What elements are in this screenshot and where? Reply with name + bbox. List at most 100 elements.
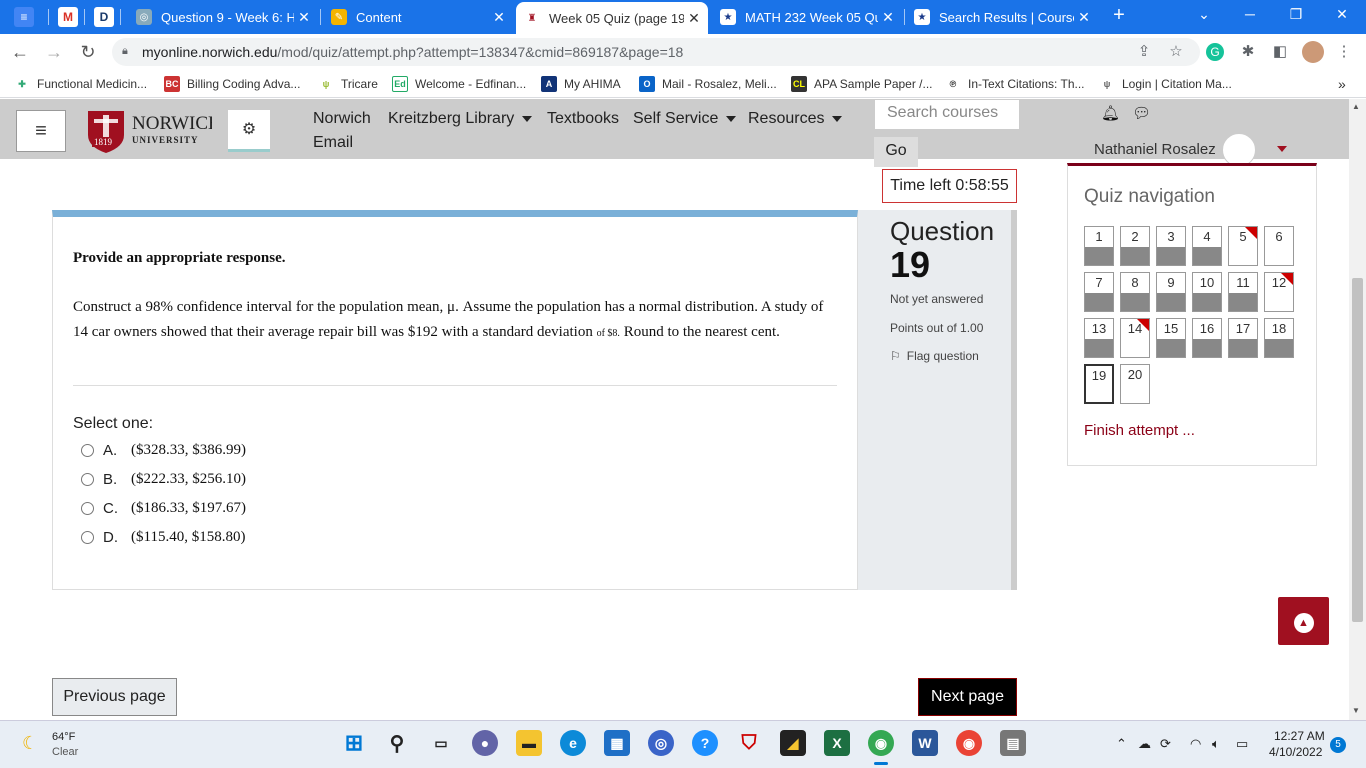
extensions-icon[interactable]: ✱: [1238, 42, 1258, 60]
bookmark-functional-medicine[interactable]: ✚ Functional Medicin...: [14, 76, 147, 92]
norwich-logo[interactable]: NORWICH UNIVERSITY 1819: [86, 107, 212, 153]
more-bookmarks-icon[interactable]: »: [1338, 76, 1346, 92]
close-tab-icon[interactable]: ✕: [489, 9, 509, 26]
user-name[interactable]: Nathaniel Rosalez: [1094, 141, 1216, 158]
quiz-nav-button-2[interactable]: 2: [1120, 226, 1150, 266]
notification-bell-icon[interactable]: 🔔︎: [1101, 104, 1120, 122]
clock-time[interactable]: 12:27 AM: [1274, 729, 1325, 743]
sync-icon[interactable]: ⟳: [1160, 736, 1171, 752]
close-tab-icon[interactable]: ✕: [1074, 9, 1094, 26]
radio-button[interactable]: [81, 444, 94, 457]
quiz-nav-button-8[interactable]: 8: [1120, 272, 1150, 312]
battery-icon[interactable]: ▭: [1236, 736, 1248, 752]
hamburger-menu-button[interactable]: ≡: [16, 110, 66, 152]
teams-icon[interactable]: ◎: [648, 730, 674, 756]
edge-icon[interactable]: e: [560, 730, 586, 756]
tab-question-9[interactable]: ◎ Question 9 - Week 6: Ho ✕: [128, 0, 318, 34]
weather-temp[interactable]: 64°F: [52, 731, 75, 743]
quiz-nav-button-13[interactable]: 13: [1084, 318, 1114, 358]
task-view-icon[interactable]: ▭: [428, 730, 454, 756]
menu-email[interactable]: Email: [313, 134, 353, 152]
previous-page-button[interactable]: Previous page: [52, 678, 177, 716]
close-tab-icon[interactable]: ✕: [294, 9, 314, 26]
quiz-nav-button-5[interactable]: 5: [1228, 226, 1258, 266]
bookmark-ahima[interactable]: A My AHIMA: [541, 76, 621, 92]
quiz-nav-button-16[interactable]: 16: [1192, 318, 1222, 358]
restore-icon[interactable]: ❐: [1284, 6, 1308, 23]
clock-date[interactable]: 4/10/2022: [1269, 745, 1322, 759]
menu-resources[interactable]: Resources: [748, 110, 843, 128]
chat-icon[interactable]: ●: [472, 730, 498, 756]
user-menu-caret-icon[interactable]: [1277, 146, 1287, 152]
forward-icon[interactable]: →: [44, 42, 64, 63]
bookmark-mail[interactable]: O Mail - Rosalez, Meli...: [639, 76, 777, 92]
quiz-nav-button-17[interactable]: 17: [1228, 318, 1258, 358]
flag-question-link[interactable]: ⚐ Flag question: [890, 349, 979, 363]
excel-icon[interactable]: X: [824, 730, 850, 756]
quiz-nav-button-12[interactable]: 12: [1264, 272, 1294, 312]
quiz-nav-button-10[interactable]: 10: [1192, 272, 1222, 312]
scroll-to-top-button[interactable]: ▲: [1278, 597, 1329, 645]
next-page-button[interactable]: Next page: [918, 678, 1017, 716]
menu-textbooks[interactable]: Textbooks: [547, 110, 619, 128]
answer-option-d[interactable]: D. ($115.40, $158.80): [81, 529, 245, 546]
search-icon[interactable]: ⚲: [384, 730, 410, 756]
quiz-nav-button-3[interactable]: 3: [1156, 226, 1186, 266]
quiz-nav-button-20[interactable]: 20: [1120, 364, 1150, 404]
close-window-icon[interactable]: ✕: [1330, 6, 1354, 23]
d-app-icon[interactable]: D: [94, 7, 114, 27]
word-icon[interactable]: W: [912, 730, 938, 756]
weather-moon-icon[interactable]: ☾: [22, 733, 38, 754]
close-tab-icon[interactable]: ✕: [878, 9, 898, 26]
quiz-nav-button-15[interactable]: 15: [1156, 318, 1186, 358]
answer-option-b[interactable]: B. ($222.33, $256.10): [81, 471, 246, 488]
minimize-icon[interactable]: ─: [1238, 6, 1262, 22]
tab-content[interactable]: ✎ Content ✕: [323, 0, 513, 34]
bookmark-tricare[interactable]: ψ Tricare: [318, 76, 378, 92]
user-avatar[interactable]: [1222, 133, 1256, 167]
browser-menu-icon[interactable]: ⋮: [1334, 42, 1354, 60]
scroll-down-arrow-icon[interactable]: ▼: [1352, 706, 1360, 715]
volume-icon[interactable]: 🔈︎: [1212, 736, 1220, 752]
gmail-icon[interactable]: M: [58, 7, 78, 27]
chrome-profile-icon[interactable]: ◉: [956, 730, 982, 756]
radio-button[interactable]: [81, 531, 94, 544]
quiz-nav-button-9[interactable]: 9: [1156, 272, 1186, 312]
file-explorer-icon[interactable]: ▬: [516, 730, 542, 756]
quiz-nav-button-11[interactable]: 11: [1228, 272, 1258, 312]
radio-button[interactable]: [81, 473, 94, 486]
quiz-nav-button-19[interactable]: 19: [1084, 364, 1114, 404]
calculator-icon[interactable]: ▤: [1000, 730, 1026, 756]
radio-button[interactable]: [81, 502, 94, 515]
grammarly-icon[interactable]: G: [1206, 43, 1224, 61]
menu-self-service[interactable]: Self Service: [633, 110, 737, 128]
tab-week05-quiz[interactable]: ♜ Week 05 Quiz (page 19 c ✕: [516, 2, 708, 34]
help-icon[interactable]: ?: [692, 730, 718, 756]
menu-norwich[interactable]: Norwich: [313, 110, 371, 128]
quiz-nav-button-14[interactable]: 14: [1120, 318, 1150, 358]
bookmark-star-icon[interactable]: ☆: [1166, 42, 1186, 60]
tray-chevron-icon[interactable]: ⌃: [1116, 736, 1127, 752]
bookmark-in-text-citations[interactable]: ℗ In-Text Citations: Th...: [945, 76, 1085, 92]
store-icon[interactable]: ▦: [604, 730, 630, 756]
bookmark-billing-coding[interactable]: BC Billing Coding Adva...: [164, 76, 300, 92]
answer-option-c[interactable]: C. ($186.33, $197.67): [81, 500, 246, 517]
docs-icon[interactable]: ≡: [14, 7, 34, 27]
notification-badge[interactable]: 5: [1330, 737, 1346, 753]
quiz-nav-button-1[interactable]: 1: [1084, 226, 1114, 266]
bookmark-citation-machine[interactable]: ψ Login | Citation Ma...: [1099, 76, 1232, 92]
close-tab-icon[interactable]: ✕: [684, 10, 704, 27]
url-text[interactable]: myonline.norwich.edu/mod/quiz/attempt.ph…: [142, 44, 683, 60]
scrollbar-thumb[interactable]: [1352, 278, 1363, 622]
back-icon[interactable]: ←: [10, 42, 30, 63]
quiz-nav-button-7[interactable]: 7: [1084, 272, 1114, 312]
messages-icon[interactable]: 💬︎: [1132, 104, 1151, 122]
side-panel-icon[interactable]: ◧: [1270, 42, 1290, 60]
settings-gear-icon[interactable]: ⚙: [228, 110, 270, 152]
finish-attempt-link[interactable]: Finish attempt ...: [1084, 422, 1195, 439]
search-courses-input[interactable]: Search courses: [874, 99, 1020, 130]
chrome-icon[interactable]: ◉: [868, 730, 894, 756]
go-button[interactable]: Go: [874, 137, 918, 167]
menu-kreitzberg-library[interactable]: Kreitzberg Library: [388, 110, 533, 128]
quiz-nav-button-4[interactable]: 4: [1192, 226, 1222, 266]
